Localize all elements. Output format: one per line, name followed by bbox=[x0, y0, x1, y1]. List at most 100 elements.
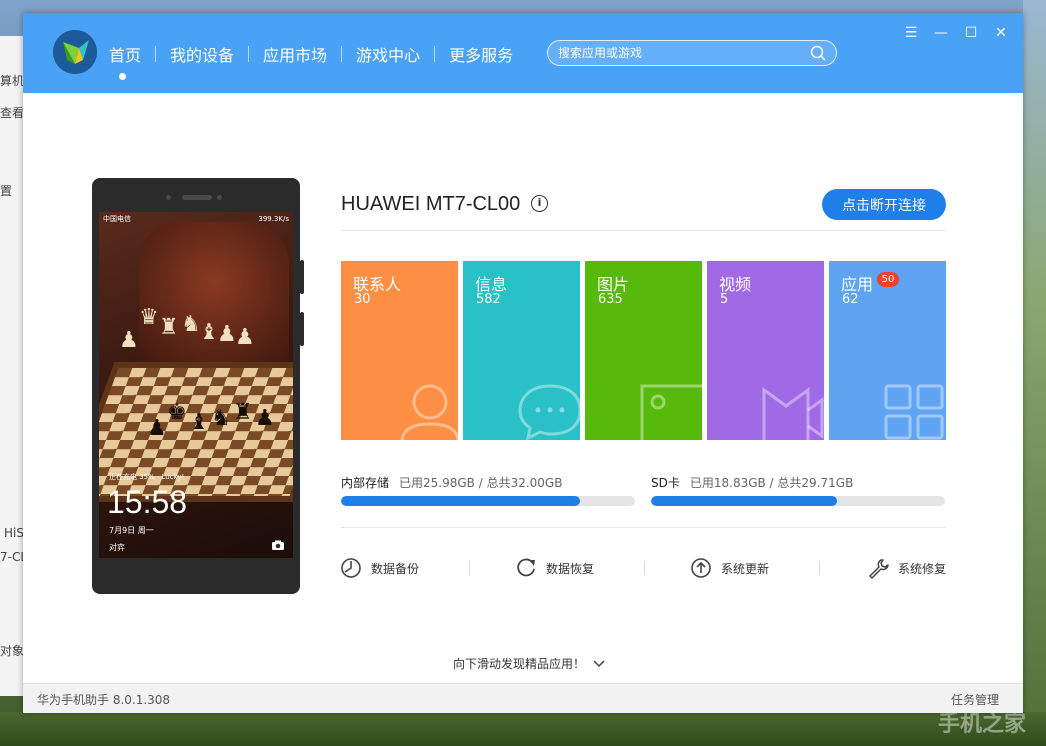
phone-speaker bbox=[182, 195, 212, 200]
tile-apps[interactable]: 应用 50 62 bbox=[829, 261, 946, 440]
bg-text: HiS bbox=[4, 526, 24, 540]
video-camera-icon bbox=[762, 387, 824, 440]
tile-contacts[interactable]: 联系人 30 bbox=[341, 261, 458, 440]
tool-label: 数据备份 bbox=[371, 561, 420, 576]
internal-storage-fill bbox=[341, 496, 580, 506]
tool-separator bbox=[644, 561, 645, 575]
storage-name: SD卡 bbox=[651, 476, 680, 490]
top-bar: 首页 我的设备 应用市场 游戏中心 更多服务 ☰ — ☐ ✕ bbox=[23, 13, 1023, 93]
chess-piece: ♟ bbox=[147, 416, 167, 441]
chess-piece: ♛ bbox=[139, 305, 159, 330]
chess-piece: ♝ bbox=[189, 410, 209, 435]
maximize-icon[interactable]: ☐ bbox=[961, 23, 981, 43]
storage-name: 内部存储 bbox=[341, 476, 390, 490]
phone-preview: 中国电信 399.3K/s ♛ ♜ ♞ ♝ ♟ ♟ ♟ ♚ ♝ ♞ ♜ ♟ ♟ … bbox=[92, 178, 304, 594]
phone-volume-button bbox=[300, 312, 304, 346]
picture-icon bbox=[640, 384, 702, 440]
internal-storage-label: 内部存储 已用25.98GB / 总共32.00GB bbox=[341, 474, 562, 491]
app-logo-icon[interactable] bbox=[53, 30, 97, 74]
camera-icon bbox=[272, 540, 284, 550]
charging-text: 正在充电 35% · Lucky! bbox=[109, 473, 185, 481]
task-manager-link[interactable]: 任务管理 bbox=[951, 691, 999, 708]
status-footer: 华为手机助手 8.0.1.308 任务管理 bbox=[23, 683, 1023, 713]
tab-game-center[interactable]: 游戏中心 bbox=[342, 42, 434, 66]
tile-count: 582 bbox=[476, 292, 501, 307]
backup-icon bbox=[341, 558, 361, 578]
bg-text: 置 bbox=[0, 184, 13, 198]
storage-usage: 已用25.98GB / 总共32.00GB bbox=[399, 476, 563, 490]
tool-label: 系统修复 bbox=[898, 561, 947, 576]
chevron-down-icon bbox=[593, 659, 605, 667]
bg-text: 算机 bbox=[0, 74, 25, 88]
tab-home[interactable]: 首页 bbox=[109, 42, 155, 66]
tile-count: 5 bbox=[720, 292, 729, 307]
chess-piece: ♟ bbox=[217, 322, 237, 347]
tile-messages[interactable]: 信息 582 bbox=[463, 261, 580, 440]
divider bbox=[341, 230, 946, 231]
chess-piece: ♟ bbox=[119, 328, 139, 353]
wallpaper-chair bbox=[139, 222, 289, 372]
sd-storage-label: SD卡 已用18.83GB / 总共29.71GB bbox=[651, 474, 853, 491]
update-icon bbox=[691, 558, 711, 578]
tool-label: 系统更新 bbox=[721, 561, 770, 576]
system-update-button[interactable]: 系统更新 bbox=[690, 556, 769, 580]
chess-piece: ♚ bbox=[167, 400, 187, 425]
lockscreen-date: 7月9日 周一 bbox=[109, 526, 154, 535]
person-icon bbox=[400, 384, 458, 440]
divider bbox=[341, 527, 946, 528]
desktop-background-bottom bbox=[0, 712, 1046, 746]
lockscreen-label: 对弈 bbox=[109, 543, 125, 552]
app-version: 华为手机助手 8.0.1.308 bbox=[37, 693, 171, 707]
info-icon[interactable]: i bbox=[531, 195, 548, 212]
chess-piece: ♟ bbox=[255, 406, 275, 431]
chess-piece: ♞ bbox=[211, 406, 231, 431]
tile-count: 62 bbox=[842, 292, 859, 307]
app-grid-icon bbox=[884, 384, 944, 440]
update-badge: 50 bbox=[877, 272, 899, 287]
tool-label: 数据恢复 bbox=[546, 561, 595, 576]
chess-piece: ♟ bbox=[235, 325, 255, 350]
close-icon[interactable]: ✕ bbox=[991, 23, 1011, 43]
system-repair-button[interactable]: 系统修复 bbox=[867, 556, 946, 580]
tile-videos[interactable]: 视频 5 bbox=[707, 261, 824, 440]
tile-pictures[interactable]: 图片 635 bbox=[585, 261, 702, 440]
restore-icon bbox=[517, 558, 535, 577]
minimize-icon[interactable]: — bbox=[931, 23, 951, 43]
phone-camera bbox=[217, 195, 222, 200]
chat-bubble-icon bbox=[518, 384, 580, 440]
scroll-hint[interactable]: 向下滑动发现精品应用！ bbox=[453, 655, 605, 672]
tile-count: 30 bbox=[354, 292, 371, 307]
net-speed-text: 399.3K/s bbox=[258, 215, 289, 223]
phone-volume-button bbox=[300, 260, 304, 294]
phone-sensor bbox=[166, 195, 171, 200]
tile-count: 635 bbox=[598, 292, 623, 307]
search-input[interactable] bbox=[558, 46, 810, 60]
desktop-background bbox=[1023, 0, 1046, 746]
sd-storage-fill bbox=[651, 496, 838, 506]
search-box[interactable] bbox=[547, 40, 837, 66]
restore-button[interactable]: 数据恢复 bbox=[515, 556, 594, 580]
active-tab-indicator bbox=[119, 73, 126, 80]
chess-piece: ♜ bbox=[233, 400, 253, 425]
tool-separator bbox=[469, 561, 470, 575]
tab-more-services[interactable]: 更多服务 bbox=[435, 42, 527, 66]
internal-storage-bar bbox=[341, 496, 635, 506]
chess-piece: ♜ bbox=[159, 315, 179, 340]
lockscreen-time: 15:58 bbox=[107, 484, 188, 520]
background-window: 算机 查看( 置 HiS 7-CL 对象 bbox=[0, 36, 29, 696]
carrier-text: 中国电信 bbox=[103, 215, 131, 223]
backup-button[interactable]: 数据备份 bbox=[340, 556, 419, 580]
disconnect-button[interactable]: 点击断开连接 bbox=[822, 189, 946, 220]
wrench-icon bbox=[869, 559, 889, 579]
search-icon[interactable] bbox=[810, 45, 826, 61]
tab-app-market[interactable]: 应用市场 bbox=[249, 42, 341, 66]
app-window: 首页 我的设备 应用市场 游戏中心 更多服务 ☰ — ☐ ✕ bbox=[23, 13, 1023, 713]
scroll-hint-text: 向下滑动发现精品应用！ bbox=[453, 657, 586, 671]
chess-piece: ♝ bbox=[199, 320, 219, 345]
device-name: HUAWEI MT7-CL00 bbox=[341, 193, 521, 215]
tab-my-device[interactable]: 我的设备 bbox=[156, 42, 248, 66]
menu-icon[interactable]: ☰ bbox=[901, 23, 921, 43]
chess-piece: ♞ bbox=[181, 312, 201, 337]
storage-usage: 已用18.83GB / 总共29.71GB bbox=[689, 476, 854, 490]
bg-text: 对象 bbox=[0, 644, 25, 658]
